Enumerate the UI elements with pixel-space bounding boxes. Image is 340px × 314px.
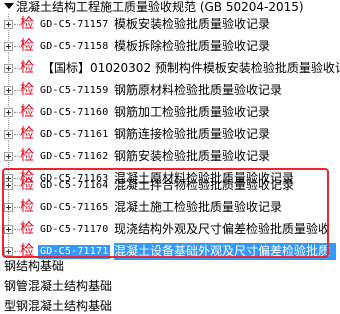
inspection-mark-icon: 检 xyxy=(20,82,34,98)
record-name: 模板安装检验批质量验收记录 xyxy=(114,17,271,31)
record-tree-item[interactable]: 检 GD-C5-71159 钢筋原材料检验批质量验收记录 xyxy=(0,80,340,101)
inspection-mark-icon: 检 xyxy=(20,38,34,54)
record-tree-item[interactable]: 检 GD-C5-71157 模板安装检验批质量验收记录 xyxy=(0,14,340,35)
expand-plus-icon[interactable] xyxy=(4,20,13,29)
record-name: 【国标】01020302 预制构件模板安装检验批质量验收记 xyxy=(42,61,340,75)
record-name: 模板拆除检验批质量验收记录 xyxy=(114,39,271,53)
record-name: 钢筋原材料检验批质量验收记录 xyxy=(114,83,283,97)
inspection-mark-icon: 检 xyxy=(20,60,34,76)
record-name: 钢筋加工检验批质量验收记录 xyxy=(114,105,271,119)
record-code: GD-C5-71159 xyxy=(40,85,109,96)
expand-plus-icon[interactable] xyxy=(4,152,13,161)
record-tree-item[interactable]: 检 GD-C5-71160 钢筋加工检验批质量验收记录 xyxy=(0,102,340,123)
expand-plus-icon[interactable] xyxy=(4,42,13,51)
expand-plus-icon[interactable] xyxy=(4,108,13,117)
record-code: GD-C5-71160 xyxy=(40,107,109,118)
inspection-mark-icon: 检 xyxy=(20,148,34,164)
collapse-triangle-icon[interactable] xyxy=(4,3,14,9)
tree-node-steel-tube-concrete-foundation[interactable]: 钢管混凝土结构基础 xyxy=(4,278,112,294)
record-code: GD-C5-71157 xyxy=(40,19,109,30)
inspection-mark-icon: 检 xyxy=(20,104,34,120)
record-tree: 混凝土结构工程施工质量验收规范 (GB 50204-2015) 检 GD-C5-7… xyxy=(0,0,340,314)
record-code: GD-C5-71161 xyxy=(40,129,109,140)
record-name: 钢筋连接检验批质量验收记录 xyxy=(114,127,271,141)
tree-node-steel-reinforced-concrete-foundation[interactable]: 型钢混凝土结构基础 xyxy=(4,298,112,314)
record-tree-item[interactable]: 检 GD-C5-71162 钢筋安装检验批质量验收记录 xyxy=(0,146,340,167)
expand-plus-icon[interactable] xyxy=(4,86,13,95)
expand-plus-icon[interactable] xyxy=(4,130,13,139)
record-tree-item[interactable]: 检【国标】01020302 预制构件模板安装检验批质量验收记 xyxy=(0,58,340,79)
inspection-mark-icon: 检 xyxy=(20,126,34,142)
record-code: GD-C5-71158 xyxy=(40,41,109,52)
inspection-mark-icon: 检 xyxy=(20,16,34,32)
annotation-highlight-box xyxy=(2,168,329,258)
expand-plus-icon[interactable] xyxy=(4,64,13,73)
record-tree-item[interactable]: 检 GD-C5-71161 钢筋连接检验批质量验收记录 xyxy=(0,124,340,145)
tree-node-steel-structure-foundation[interactable]: 钢结构基础 xyxy=(4,258,64,274)
record-tree-item[interactable]: 检 GD-C5-71158 模板拆除检验批质量验收记录 xyxy=(0,36,340,57)
tree-root-label: 混凝土结构工程施工质量验收规范 (GB 50204-2015) xyxy=(16,0,304,14)
record-name: 钢筋安装检验批质量验收记录 xyxy=(114,149,271,163)
record-code: GD-C5-71162 xyxy=(40,151,109,162)
